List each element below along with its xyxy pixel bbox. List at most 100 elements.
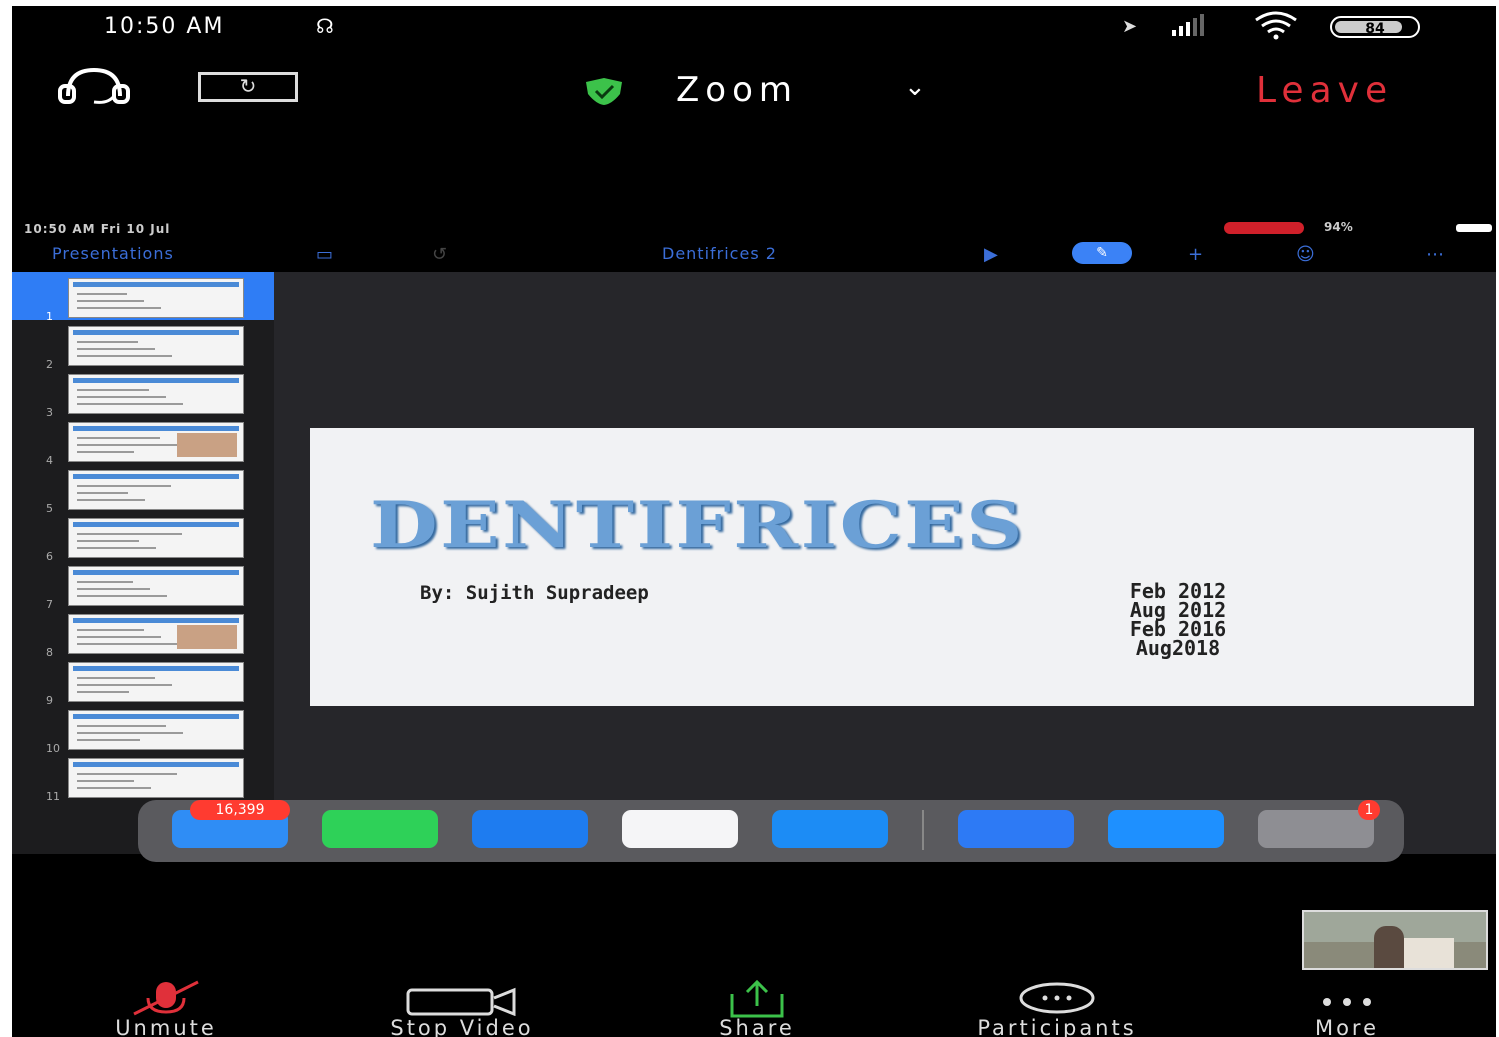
slide-thumbnail-line (77, 595, 167, 597)
slide-number: 4 (46, 454, 53, 467)
switch-camera-icon[interactable]: ↻ (198, 72, 298, 102)
share-label: Share (719, 1016, 795, 1037)
slide-thumbnail-image (177, 625, 237, 649)
status-time: 10:50 AM (104, 14, 225, 39)
participants-button[interactable]: Participants (912, 978, 1202, 1037)
slide-thumbnail-title (73, 330, 239, 335)
slide-number: 7 (46, 598, 53, 611)
slide-thumbnail-title (73, 714, 239, 719)
slide-thumbnail (68, 470, 244, 510)
location-arrow-icon: ➤ (1122, 16, 1138, 37)
screen-recording-indicator (1224, 222, 1304, 234)
format-brush-icon: ✎ (1072, 242, 1132, 264)
slide-thumbnail-title (73, 378, 239, 383)
slide-number: 9 (46, 694, 53, 707)
headphones-icon: ☊ (316, 14, 334, 38)
mail-app-icon: 16,399 (172, 800, 290, 848)
slide-thumbnail (68, 614, 244, 654)
zoom-app-icon (958, 810, 1074, 848)
stop-video-button[interactable]: Stop Video (332, 978, 592, 1037)
slide-thumbnail-line (77, 300, 144, 302)
sidebar-toggle-icon: ▭ (316, 244, 334, 265)
cellular-signal-icon (1172, 12, 1204, 36)
keynote-app-icon (1108, 810, 1224, 848)
slide-canvas: DENTIFRICES By: Sujith Supradeep Feb 201… (274, 272, 1496, 854)
slide-thumbnail (68, 278, 244, 318)
participants-label: Participants (977, 1016, 1137, 1037)
files-app-icon (772, 810, 888, 848)
slide-thumbnail-line (77, 739, 140, 741)
shared-battery-icon (1456, 224, 1492, 232)
slide-thumbnail-title (73, 282, 239, 287)
play-icon: ▶ (984, 244, 998, 265)
slide-thumbnail-line (77, 444, 177, 446)
slide-thumbnail (68, 710, 244, 750)
chevron-down-icon[interactable]: ⌄ (904, 72, 926, 102)
shared-battery-percent: 94% (1324, 220, 1353, 234)
presentations-back-link: Presentations (52, 244, 174, 263)
audio-headset-icon[interactable] (48, 66, 140, 106)
slide-number: 8 (46, 646, 53, 659)
slide-thumbnail-line (77, 492, 128, 494)
slide-number: 6 (46, 550, 53, 563)
slide-thumbnail-line (77, 629, 144, 631)
ellipsis-icon (1312, 980, 1382, 1020)
safari-app-icon (472, 810, 588, 848)
slide-thumbnail (68, 662, 244, 702)
slide-thumbnail-line (77, 341, 138, 343)
slide-thumbnail-line (77, 307, 161, 309)
more-label: More (1314, 1016, 1380, 1037)
zoom-meeting-screen: 10:50 AM ☊ ➤ 84 ↻ Zoom ⌄ Leave 10:50 AM … (12, 6, 1496, 1037)
slide-thumbnail-line (77, 588, 150, 590)
slide-thumbnail-line (77, 437, 160, 439)
slide-number: 11 (46, 790, 60, 803)
slide-thumbnail-title (73, 426, 239, 431)
slide-thumbnail (68, 326, 244, 366)
video-camera-icon (402, 980, 522, 1020)
more-button[interactable]: More (1282, 978, 1412, 1037)
shared-screen: 10:50 AM Fri 10 Jul 94% Presentations ▭ … (12, 218, 1496, 854)
slide-number: 3 (46, 406, 53, 419)
slide-number: 10 (46, 742, 60, 755)
self-video-shirt (1404, 938, 1454, 968)
collaborate-icon: ☺ (1296, 244, 1315, 265)
slide-thumbnail-line (77, 451, 134, 453)
meeting-toolbar: Unmute Stop Video Share Participants Mor… (12, 978, 1496, 1037)
meeting-header: ↻ Zoom ⌄ Leave (12, 54, 1496, 124)
slide-thumbnail-line (77, 396, 166, 398)
share-button[interactable]: Share (682, 978, 832, 1037)
slide-thumbnail-line (77, 485, 171, 487)
dock-divider (922, 810, 924, 850)
meeting-title[interactable]: Zoom (676, 70, 798, 110)
slide-thumbnail (68, 422, 244, 462)
slide-thumbnail-line (77, 677, 155, 679)
slide-thumbnail-line (77, 691, 129, 693)
unmute-label: Unmute (115, 1016, 217, 1037)
unmute-button[interactable]: Unmute (66, 978, 266, 1037)
slide-thumbnail (68, 566, 244, 606)
slide-thumbnail-line (77, 355, 172, 357)
status-bar: 10:50 AM ☊ ➤ 84 (12, 6, 1496, 48)
slide-dates: Feb 2012 Aug 2012 Feb 2016 Aug2018 (1078, 581, 1278, 660)
add-icon: + (1188, 244, 1204, 265)
notification-badge: 1 (1358, 800, 1380, 820)
self-video-thumbnail[interactable] (1302, 910, 1488, 970)
slide-thumbnail (68, 518, 244, 558)
shared-ipad-toolbar: 10:50 AM Fri 10 Jul 94% Presentations ▭ … (12, 218, 1496, 272)
app-dock: 16,399 1 (138, 800, 1404, 862)
slide-number: 5 (46, 502, 53, 515)
slide-thumbnail-line (77, 389, 149, 391)
encryption-shield-icon[interactable] (582, 76, 626, 106)
current-slide: DENTIFRICES By: Sujith Supradeep Feb 201… (310, 428, 1474, 706)
slide-thumbnail (68, 758, 244, 798)
slide-date: Aug2018 (1135, 636, 1221, 660)
leave-button[interactable]: Leave (1256, 70, 1393, 111)
more-options-icon: ⋯ (1426, 244, 1444, 265)
slide-author: By: Sujith Supradeep (420, 582, 649, 604)
slide-thumbnail-line (77, 540, 139, 542)
shared-status-time: 10:50 AM Fri 10 Jul (24, 222, 171, 236)
slide-thumbnail-title (73, 474, 239, 479)
self-video-person (1374, 926, 1404, 968)
muted-microphone-icon (126, 980, 206, 1020)
slide-thumbnail-line (77, 643, 178, 645)
